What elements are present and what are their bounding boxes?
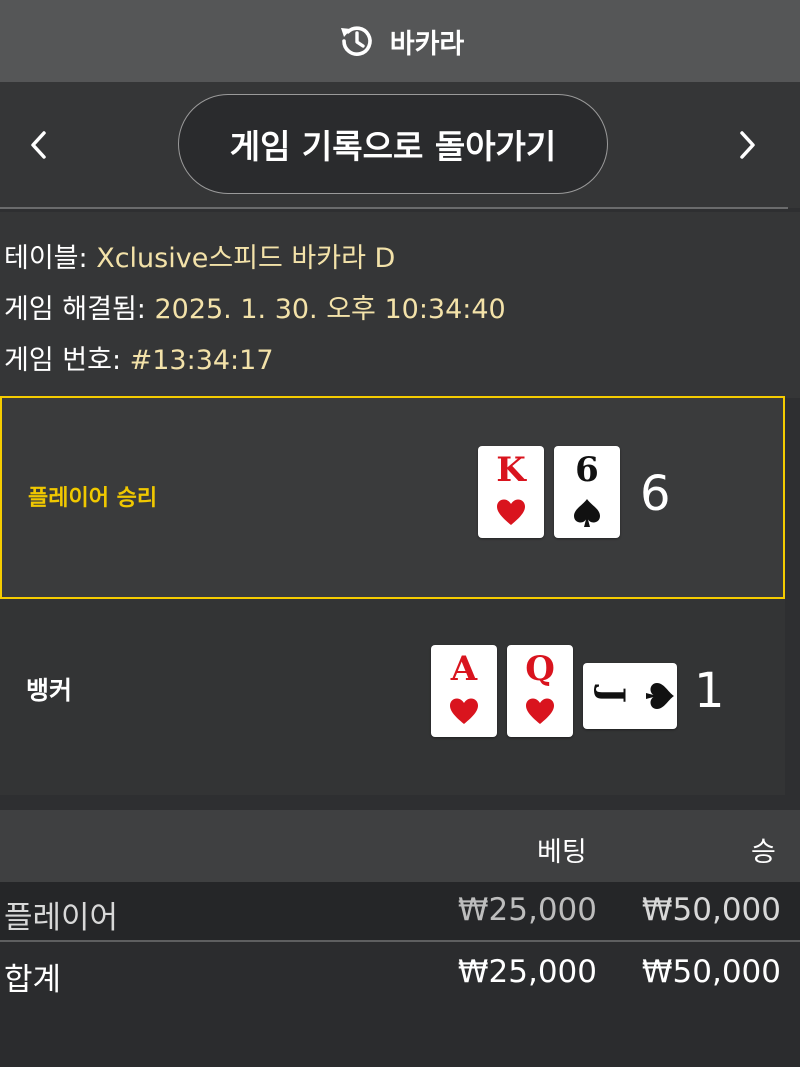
game-number-info: 게임 번호: #13:34:17 <box>4 338 274 377</box>
game-info: 테이블: Xclusive스피드 바카라 D 게임 해결됨: 2025. 1. … <box>0 212 800 398</box>
column-bet: 베팅 <box>537 837 587 868</box>
spade-icon <box>646 683 674 709</box>
card-rank: J <box>592 686 632 704</box>
card-queen-hearts: Q <box>507 645 573 737</box>
resolved-info: 게임 해결됨: 2025. 1. 30. 오후 10:34:40 <box>4 287 506 326</box>
game-number-value: #13:34:17 <box>129 345 274 376</box>
banker-hand: 뱅커 A Q J 1 <box>0 599 785 795</box>
card-jack-spades: J <box>583 663 677 729</box>
table-row: 플레이어 ₩25,000 ₩50,000 <box>0 882 800 940</box>
table-value: Xclusive스피드 바카라 D <box>96 243 396 274</box>
bets-table-header: 베팅 승 <box>0 810 800 882</box>
game-number-label: 게임 번호: <box>4 345 130 376</box>
heart-icon <box>497 499 525 525</box>
player-win-label: 플레이어 승리 <box>28 486 158 511</box>
total-row: 합계 ₩25,000 ₩50,000 <box>0 944 800 1002</box>
card-rank: K <box>496 450 526 490</box>
chevron-left-icon <box>31 131 46 159</box>
column-win: 승 <box>751 837 776 868</box>
chevron-right-icon <box>740 131 755 159</box>
bet-amount: ₩25,000 <box>457 892 597 928</box>
history-icon[interactable] <box>336 21 376 61</box>
page-title: 바카라 <box>389 28 465 60</box>
previous-game-button[interactable] <box>18 122 58 168</box>
total-label: 합계 <box>4 962 62 998</box>
player-hand: 플레이어 승리 K 6 6 <box>0 396 785 599</box>
banker-score: 1 <box>694 663 725 719</box>
card-rank: 6 <box>575 450 599 490</box>
divider <box>0 207 788 209</box>
resolved-label: 게임 해결됨: <box>4 294 155 325</box>
divider <box>0 940 800 942</box>
card-ace-hearts: A <box>431 645 497 737</box>
player-score: 6 <box>640 466 671 522</box>
table-info: 테이블: Xclusive스피드 바카라 D <box>4 236 395 275</box>
banker-label: 뱅커 <box>26 676 73 705</box>
bet-name: 플레이어 <box>4 900 119 936</box>
win-amount: ₩50,000 <box>641 892 781 928</box>
card-rank: Q <box>525 649 555 689</box>
navigation-row: 게임 기록으로 돌아가기 <box>0 82 800 208</box>
card-king-hearts: K <box>478 446 544 538</box>
table-label: 테이블: <box>4 243 97 274</box>
spade-icon <box>574 499 600 527</box>
card-six-spades: 6 <box>554 446 620 538</box>
heart-icon <box>450 698 478 724</box>
back-to-history-button[interactable]: 게임 기록으로 돌아가기 <box>178 94 608 194</box>
card-rank: A <box>450 649 478 689</box>
heart-icon <box>526 698 554 724</box>
top-bar: 바카라 <box>0 0 800 82</box>
total-bet: ₩25,000 <box>457 954 597 990</box>
bets-table: 베팅 승 플레이어 ₩25,000 ₩50,000 합계 ₩25,000 ₩50… <box>0 810 800 1067</box>
next-game-button[interactable] <box>728 122 768 168</box>
resolved-value: 2025. 1. 30. 오후 10:34:40 <box>154 294 506 325</box>
total-win: ₩50,000 <box>641 954 781 990</box>
